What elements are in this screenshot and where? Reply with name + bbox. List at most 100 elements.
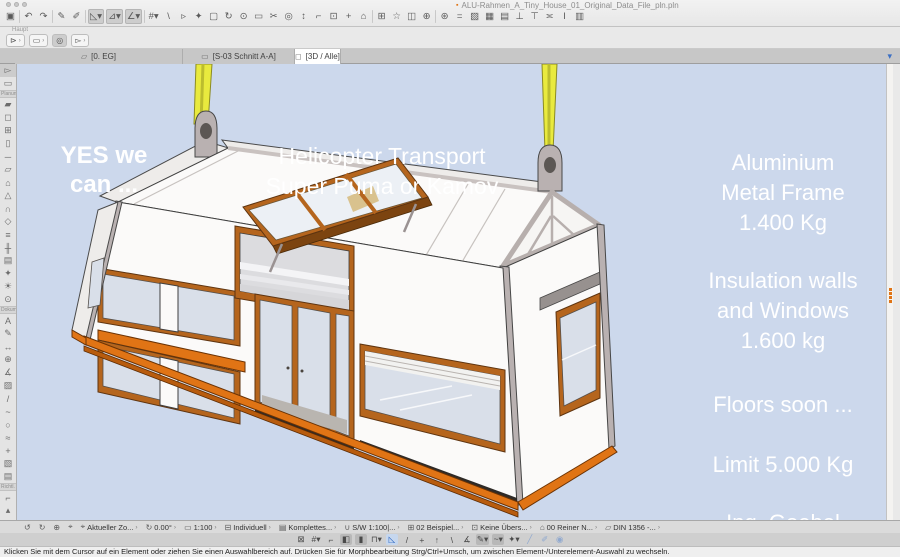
fill-tool[interactable]: ▨ (0, 379, 16, 392)
marquee-snap-icon[interactable]: ⊠ (295, 534, 307, 545)
lock-icon[interactable]: ⊓▾ (370, 534, 383, 545)
fit-height-icon[interactable]: ↕ (297, 9, 310, 24)
grid-snap-icon[interactable]: #▾ (147, 9, 160, 24)
person-icon[interactable]: ⊙ (237, 9, 250, 24)
grid-tool-icon[interactable]: ▦ (483, 9, 496, 24)
corner-icon[interactable]: ⌐ (312, 9, 325, 24)
separator[interactable] (144, 10, 145, 23)
redo-icon[interactable]: ↷ (37, 9, 50, 24)
layout-book-icon[interactable]: ⊞ (375, 9, 388, 24)
selection-control[interactable]: ▭› (29, 34, 49, 47)
separator[interactable] (85, 10, 86, 23)
inject-parameters-icon[interactable]: ✐ (70, 9, 83, 24)
home-story-icon[interactable]: ⌂ (357, 9, 370, 24)
tab-overflow-icon[interactable]: ▾ (887, 51, 892, 62)
stair-tool[interactable]: ≡ (0, 228, 16, 241)
frame-icon[interactable]: ▭ (252, 9, 265, 24)
separator[interactable] (19, 10, 20, 23)
beam-icon[interactable]: ≍ (543, 9, 556, 24)
marquee-tool[interactable]: ▭ (0, 77, 16, 90)
rotate-icon[interactable]: ↻ (222, 9, 235, 24)
options-icon[interactable]: ⊛ (438, 9, 451, 24)
selection-arrow-tool[interactable]: ▻ (0, 64, 16, 77)
arrow-up-icon[interactable]: ↑ (431, 534, 443, 545)
schedule-icon[interactable]: ▤ (498, 9, 511, 24)
target-control-icon[interactable]: ⌖ (64, 521, 77, 534)
top-align-icon[interactable]: ⊤ (528, 9, 541, 24)
drawing-tool[interactable]: ▤ (0, 470, 16, 483)
figure-tool[interactable]: ▧ (0, 457, 16, 470)
window-controls[interactable] (6, 2, 27, 7)
zoom-option[interactable]: ⌖ Aktueller Zo... › (77, 521, 142, 534)
scale-option[interactable]: ▭ 1:100 › (180, 521, 221, 534)
renovation-filter-option[interactable]: ⌂ 00 Reiner N... › (536, 521, 601, 534)
wand-snap-icon[interactable]: ✦▾ (507, 534, 520, 545)
corner-snap-icon[interactable]: ⌐ (325, 534, 337, 545)
equal-icon[interactable]: = (453, 9, 466, 24)
bottom-align-icon[interactable]: ⊥ (513, 9, 526, 24)
railing-tool[interactable]: ╫ (0, 241, 16, 254)
pen-blue-icon[interactable]: ✐ (539, 534, 551, 545)
zoom-icon[interactable]: ◎ (282, 9, 295, 24)
polyline-tool[interactable]: ~ (0, 405, 16, 418)
slope-snap-icon[interactable]: ◺▾ (88, 9, 104, 24)
column-tool[interactable]: ▯ (0, 137, 16, 150)
tab-section[interactable]: ▭ [S-03 Schnitt A-A] (183, 49, 295, 64)
pencil-snap-icon[interactable]: ✎▾ (476, 534, 489, 545)
spline-tool[interactable]: ≈ (0, 431, 16, 444)
publish-icon[interactable]: ⊕ (420, 9, 433, 24)
layer-combination-option[interactable]: ⊟ Individuell › (221, 521, 275, 534)
wall-reference-icon[interactable]: ▮ (355, 534, 367, 545)
minimize-window-icon[interactable] (14, 2, 19, 7)
orientation-option[interactable]: ↻ 0.00° › (142, 521, 180, 534)
spline-snap-icon[interactable]: ~▾ (492, 534, 504, 545)
window-tool[interactable]: ⊞ (0, 124, 16, 137)
magic-wand-icon[interactable]: ✦ (192, 9, 205, 24)
structure-display-option[interactable]: ▤ Komplettes... › (275, 521, 341, 534)
favorites-control[interactable]: ⊳› (6, 34, 25, 47)
hatch-icon[interactable]: ▨ (468, 9, 481, 24)
morph-tool[interactable]: ◇ (0, 215, 16, 228)
separator[interactable] (52, 10, 53, 23)
wall-tool[interactable]: ▰ (0, 98, 16, 111)
model-view-option[interactable]: ⊞ 02 Beispiel... › (404, 521, 468, 534)
arrow-icon[interactable]: ▹ (177, 9, 190, 24)
marquee-icon[interactable]: ▢ (207, 9, 220, 24)
tab-3d-view[interactable]: ◻ [3D / Alle] (295, 49, 341, 64)
tab-floor-plan[interactable]: ▱ [0. EG] (15, 49, 183, 64)
lamp-tool[interactable]: ☀ (0, 280, 16, 293)
angle-dimension-tool[interactable]: ∡ (0, 366, 16, 379)
line-snap-icon[interactable]: / (401, 534, 413, 545)
scissors-icon[interactable]: ✂ (267, 9, 280, 24)
monitor-icon[interactable]: ▥ (573, 9, 586, 24)
coordinate-snap-icon[interactable]: ∠▾ (125, 9, 142, 24)
save-icon[interactable]: ▣ (4, 9, 17, 24)
beam-tool[interactable]: ─ (0, 150, 16, 163)
slab-tool[interactable]: ▱ (0, 163, 16, 176)
fit-view-icon[interactable]: ⊡ (327, 9, 340, 24)
undo-view-icon[interactable]: ↺ (20, 521, 35, 534)
text-tool[interactable]: A (0, 314, 16, 327)
curtain-wall-tool[interactable]: ▤ (0, 254, 16, 267)
separator[interactable] (372, 10, 373, 23)
circle-tool[interactable]: ○ (0, 418, 16, 431)
graphic-override-option[interactable]: ⊡ Keine Übers... › (467, 521, 535, 534)
pan-icon[interactable]: + (342, 9, 355, 24)
slope-tool-icon[interactable]: ◺ (386, 534, 398, 545)
separator[interactable] (435, 10, 436, 23)
pen-set-option[interactable]: ∪ S/W 1:100|... › (340, 521, 403, 534)
text-cursor-icon[interactable]: I (558, 9, 571, 24)
guide-line-icon[interactable]: ╱ (524, 534, 536, 545)
zoom-control-icon[interactable]: ⊕ (49, 521, 64, 534)
dimension-tool[interactable]: ↔ (0, 340, 16, 353)
measure-icon[interactable]: \ (446, 534, 458, 545)
shell-tool[interactable]: ∩ (0, 202, 16, 215)
door-tool[interactable]: ◻ (0, 111, 16, 124)
pickup-parameters-icon[interactable]: ✎ (55, 9, 68, 24)
close-window-icon[interactable] (6, 2, 11, 7)
mesh-tool[interactable]: △ (0, 189, 16, 202)
rotate-control[interactable]: ◎ (52, 34, 67, 47)
guide-tool[interactable]: ⌐ (0, 491, 16, 504)
level-dimension-tool[interactable]: ⊕ (0, 353, 16, 366)
angle-snap-icon[interactable]: ⊿▾ (106, 9, 123, 24)
